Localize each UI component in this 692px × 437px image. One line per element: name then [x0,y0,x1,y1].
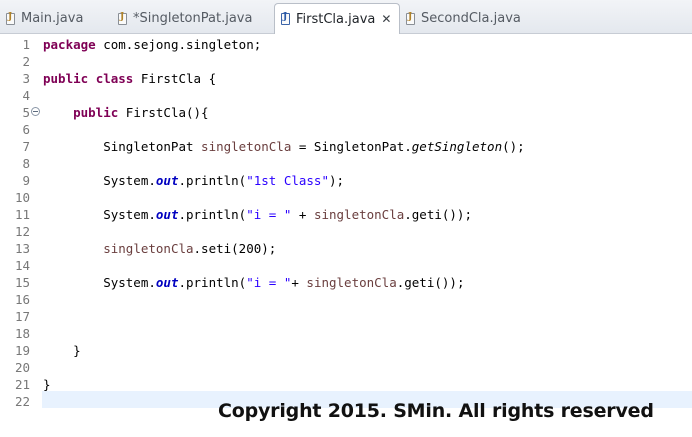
code-token: out [155,207,179,222]
line-number: 2 [22,54,30,69]
code-token: ); [329,173,345,188]
code-line: singletonCla.seti(200); [43,240,276,257]
tab-singletonpat-java[interactable]: *SingletonPat.java [118,4,272,33]
tab-secondcla-java[interactable]: SecondCla.java [406,4,536,33]
line-number-gutter: 1 2 3 4 5 6 7 8 9 10 11 12 13 14 15 16 17 18 19 20 21 22 [0,34,42,437]
line-number: 18 [14,326,30,341]
line-number: 17 [14,309,30,324]
code-token: package [43,37,96,52]
line-number: 9 [22,173,30,188]
code-editor[interactable]: 1 2 3 4 5 6 7 8 9 10 11 12 13 14 15 16 17 18 19 20 21 22 pack… [0,34,692,437]
code-token: com.sejong.singleton; [95,37,262,52]
code-token: System. [43,275,156,290]
tab-label: SecondCla.java [421,11,521,26]
code-token: System. [43,173,156,188]
fold-collapse-icon[interactable] [31,107,40,116]
code-token: class [95,71,134,86]
code-token: } [43,377,51,392]
line-number: 5 [22,105,30,120]
line-number: 1 [22,37,30,52]
editor-tab-bar: Main.java *SingletonPat.java FirstCla.ja… [0,0,692,34]
code-token: FirstCla { [133,71,217,86]
code-line: } [43,342,81,359]
java-file-icon [118,12,127,25]
line-number: 20 [14,360,30,375]
line-number: 6 [22,122,30,137]
line-number: 3 [22,71,30,86]
code-line: System.out.println("i = "+ singletonCla.… [43,274,464,291]
java-file-icon [281,12,290,25]
code-token: "i = " [246,275,292,290]
line-number: 14 [14,258,30,273]
line-number: 12 [14,224,30,239]
close-icon[interactable]: ✕ [381,13,391,25]
code-token: + [291,275,307,290]
tab-firstcla-java[interactable]: FirstCla.java ✕ [274,3,400,34]
code-token: "1st Class" [246,173,329,188]
code-token: (); [502,139,525,154]
line-number: 4 [22,88,30,103]
code-token: .println( [178,173,247,188]
code-line: System.out.println("i = " + singletonCla… [43,206,472,223]
line-number: 15 [14,275,30,290]
line-number: 19 [14,343,30,358]
code-token: } [43,343,81,358]
code-token: .println( [178,275,247,290]
code-token: getSingleton [411,139,503,154]
tab-label: *SingletonPat.java [133,11,253,26]
code-line: System.out.println("1st Class"); [43,172,344,189]
code-token: singletonCla [201,139,292,154]
line-number: 11 [14,207,30,222]
java-file-icon [6,12,15,25]
code-token: public [43,71,89,86]
code-token: SingletonPat [43,139,202,154]
code-token: out [155,173,179,188]
code-token: singletonCla [313,207,405,222]
line-number: 10 [14,190,30,205]
code-token: out [155,275,179,290]
tab-label: FirstCla.java [296,11,376,27]
code-token: System. [43,207,156,222]
line-number: 16 [14,292,30,307]
line-number: 8 [22,156,30,171]
code-token: .geti()); [404,207,472,222]
code-token: .geti()); [396,275,465,290]
line-number: 7 [22,139,30,154]
java-file-icon [406,12,415,25]
tab-label: Main.java [21,11,84,26]
code-line: public class FirstCla { [43,70,216,87]
code-line: package com.sejong.singleton; [43,36,261,53]
tab-main-java[interactable]: Main.java [6,4,110,33]
line-number: 13 [14,241,30,256]
line-number: 21 [14,377,30,392]
line-number: 22 [14,394,30,409]
code-line: } [43,376,51,393]
code-token: .println( [178,207,247,222]
code-token: singletonCla [103,241,194,256]
code-token: singletonCla [306,275,397,290]
code-token: "i = " [246,207,292,222]
code-token: .seti(200); [193,241,277,256]
code-token: + [291,207,314,222]
code-token: = SingletonPat. [291,139,412,154]
copyright-watermark: Copyright 2015. SMin. All rights reserve… [218,400,654,422]
code-token: public [73,105,119,120]
code-token: FirstCla(){ [118,105,209,120]
code-line: SingletonPat singletonCla = SingletonPat… [43,138,525,155]
code-line: public FirstCla(){ [43,104,209,121]
